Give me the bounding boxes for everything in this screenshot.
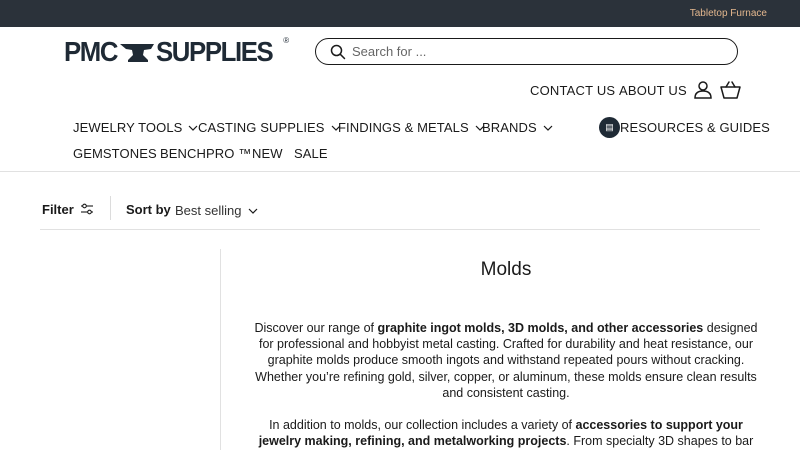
sort-label: Sort by: [126, 202, 171, 217]
search-input[interactable]: [352, 44, 712, 59]
basket-icon[interactable]: [720, 80, 741, 100]
search-icon[interactable]: [330, 44, 346, 60]
contact-us-link[interactable]: CONTACT US: [530, 83, 615, 98]
logo-text-left: PMC: [64, 36, 118, 67]
nav-label: SALE: [294, 146, 328, 161]
nav-casting-supplies[interactable]: CASTING SUPPLIES: [198, 120, 341, 135]
nav-jewelry-tools[interactable]: JEWELRY TOOLS: [73, 120, 198, 135]
registered-mark: ®: [283, 36, 290, 45]
about-us-link[interactable]: ABOUT US: [619, 83, 687, 98]
nav-findings-metals[interactable]: FINDINGS & METALS: [338, 120, 485, 135]
anvil-icon: [119, 44, 154, 62]
toolbar-divider: [40, 229, 760, 230]
toolbar-separator: [110, 196, 111, 220]
nav-brands[interactable]: BRANDS: [482, 120, 553, 135]
collection-description-p2: In addition to molds, our collection inc…: [250, 417, 762, 450]
nav-new[interactable]: NEW: [252, 146, 283, 161]
sliders-icon[interactable]: [80, 202, 94, 216]
chevron-down-icon: [543, 125, 553, 131]
nav-sale[interactable]: SALE: [294, 146, 328, 161]
nav-label: CASTING SUPPLIES: [198, 120, 325, 135]
page-title: Molds: [480, 259, 532, 280]
header-divider: [0, 171, 800, 172]
collection-description-p1: Discover our range of graphite ingot mol…: [250, 320, 762, 401]
nav-label: FINDINGS & METALS: [338, 120, 469, 135]
nav-label: NEW: [252, 146, 283, 161]
site-logo[interactable]: PMC SUPPLIES ®: [64, 36, 289, 68]
user-icon[interactable]: [693, 80, 713, 100]
nav-benchpro[interactable]: BENCHPRO ™: [160, 146, 251, 161]
logo-text-right: SUPPLIES: [155, 36, 274, 67]
nav-label: BRANDS: [482, 120, 537, 135]
filter-button[interactable]: Filter: [42, 202, 74, 217]
sort-select[interactable]: Best selling: [175, 203, 258, 218]
promo-link[interactable]: Tabletop Furnace: [690, 8, 767, 19]
chevron-down-icon: [249, 208, 258, 214]
nav-resources-guides[interactable]: RESOURCES & GUIDES: [620, 120, 770, 135]
nav-gemstones[interactable]: GEMSTONES: [73, 146, 157, 161]
nav-label: BENCHPRO ™: [160, 146, 252, 161]
chevron-down-icon: [189, 125, 198, 131]
nav-label: RESOURCES & GUIDES: [620, 120, 770, 135]
desc-text: In addition to molds, our collection inc…: [269, 418, 576, 432]
desc-text-bold: graphite ingot molds, 3D molds, and othe…: [377, 321, 704, 335]
sort-select-value: Best selling: [175, 203, 242, 218]
nav-label: JEWELRY TOOLS: [73, 120, 183, 135]
search-bar[interactable]: [315, 38, 738, 65]
desc-text: Discover our range of: [254, 321, 378, 335]
book-icon[interactable]: ▤: [599, 117, 620, 138]
nav-label: GEMSTONES: [73, 146, 157, 161]
announcement-bar: Tabletop Furnace: [0, 0, 800, 27]
